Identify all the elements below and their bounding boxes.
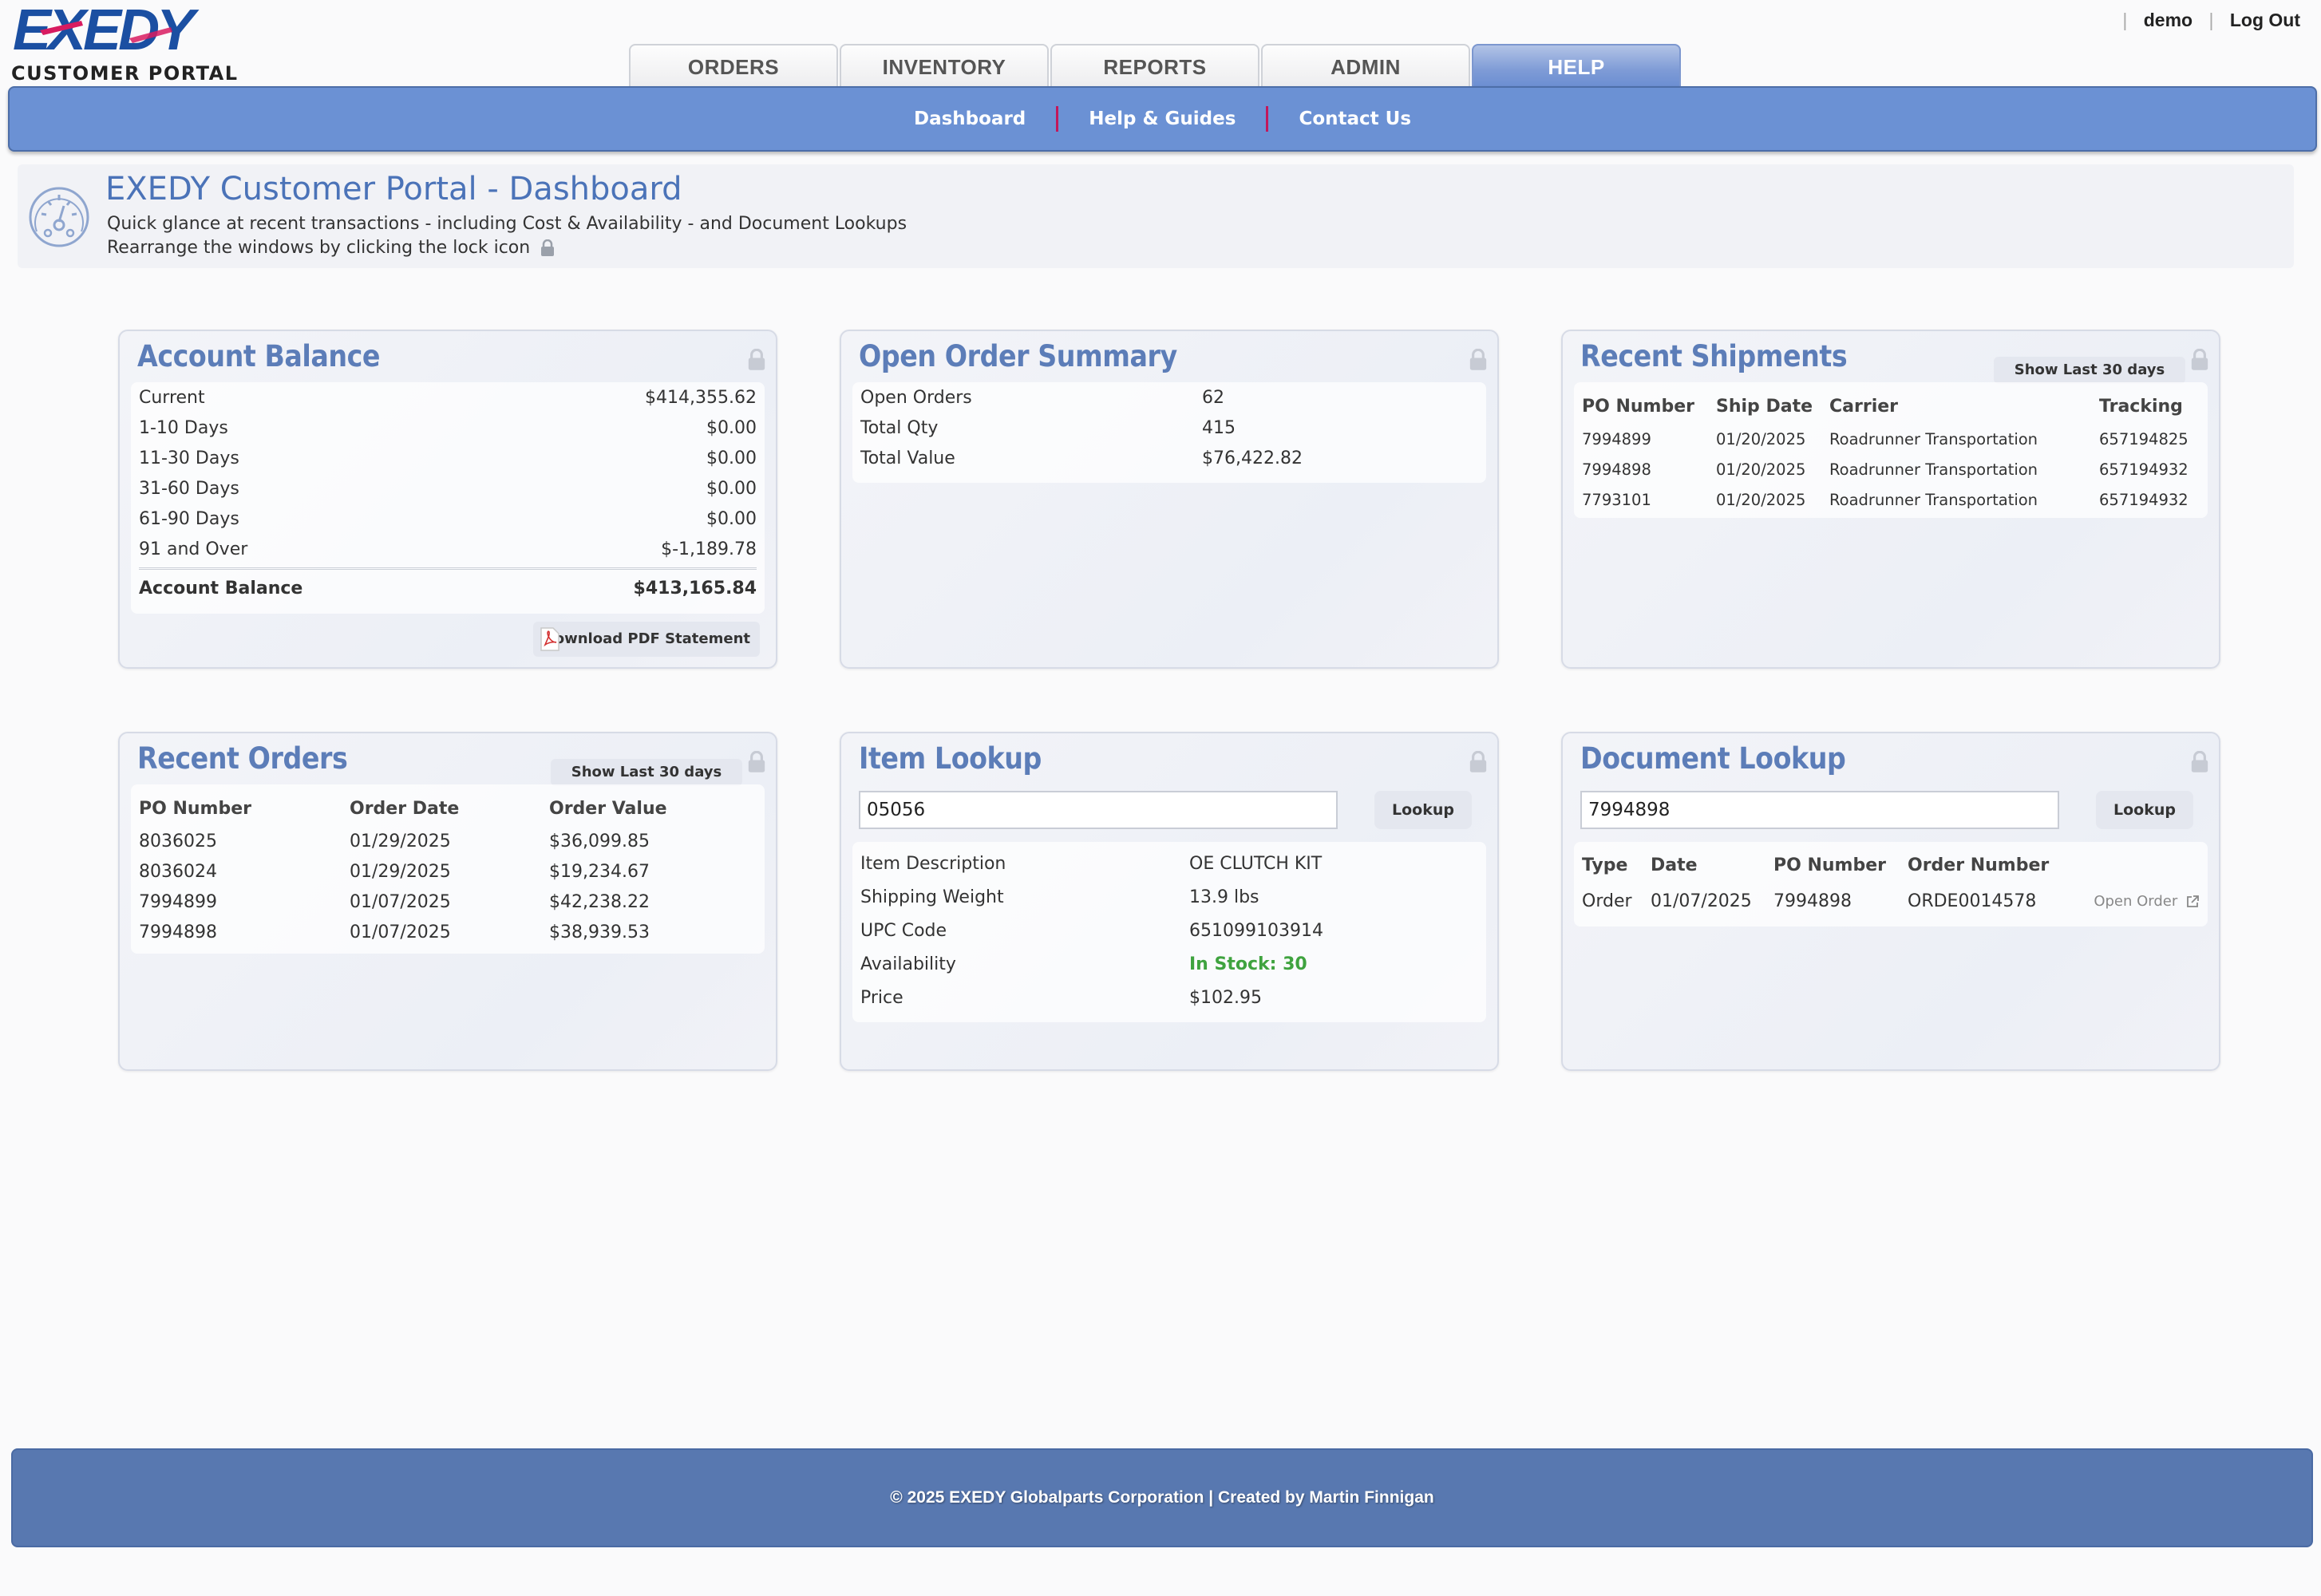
open-order-summary-panel: Open Order Summary Open Orders 62 Total Q… [840, 330, 1499, 669]
sub-navigation: Dashboard Help & Guides Contact Us [8, 86, 2317, 152]
order-summary-table: Open Orders 62 Total Qty 415 Total Value $7… [852, 382, 1486, 483]
subnav-help-guides[interactable]: Help & Guides [1058, 109, 1266, 129]
show-last-30-days-button[interactable]: Show Last 30 days [551, 759, 742, 786]
download-pdf-button[interactable]: Download PDF Statement [533, 622, 760, 657]
tab-admin[interactable]: ADMIN [1261, 44, 1470, 87]
lock-icon [541, 239, 555, 256]
table-row: Order 01/07/2025 7994898 ORDE0014578 Ope… [1574, 883, 2208, 918]
document-results: Type Date PO Number Order Number Order 0… [1574, 842, 2208, 926]
balance-row: 91 and Over $-1,189.78 [139, 539, 757, 559]
balance-row: 1-10 Days $0.00 [139, 417, 757, 438]
table-row[interactable]: 7994898 01/07/2025 $38,939.53 [131, 917, 765, 947]
tab-orders[interactable]: ORDERS [629, 44, 838, 87]
balance-row: 61-90 Days $0.00 [139, 508, 757, 529]
document-number-input[interactable]: 7994898 [1580, 791, 2059, 829]
summary-row: Total Qty 415 [860, 417, 1236, 438]
separator: | [2122, 10, 2128, 30]
exedy-logo[interactable]: EXEDY CUSTOMER PORTAL [11, 0, 251, 85]
page-banner: EXEDY Customer Portal - Dashboard Quick … [18, 164, 2294, 268]
document-lookup-button[interactable]: Lookup [2096, 791, 2193, 829]
account-balance-panel: Account Balance Current $414,355.62 1-10 … [118, 330, 777, 669]
tab-reports[interactable]: REPORTS [1050, 44, 1259, 87]
availability-status: In Stock: 30 [1189, 954, 1307, 974]
panel-title: Document Lookup [1580, 741, 1846, 776]
balance-table: Current $414,355.62 1-10 Days $0.00 11-30 … [131, 382, 765, 614]
detail-row: Item Description OE CLUTCH KIT [860, 853, 1323, 874]
page-description: Quick glance at recent transactions - in… [107, 214, 907, 234]
document-lookup-panel: Document Lookup 7994898 Lookup Type Date… [1561, 732, 2220, 1071]
show-last-30-days-button[interactable]: Show Last 30 days [1994, 357, 2185, 384]
item-number-input[interactable]: 05056 [859, 791, 1338, 829]
lock-icon[interactable] [747, 751, 766, 773]
balance-total-row: Account Balance $413,165.84 [139, 578, 757, 598]
table-row[interactable]: 7994898 01/20/2025 Roadrunner Transportati… [1574, 454, 2208, 484]
dashboard-gauge-icon [29, 187, 89, 247]
item-lookup-panel: Item Lookup 05056 Lookup Item Descriptio… [840, 732, 1499, 1071]
subnav-dashboard[interactable]: Dashboard [884, 109, 1056, 129]
username-link[interactable]: demo [2144, 10, 2192, 30]
panel-title: Recent Shipments [1580, 339, 1848, 373]
main-tabs: ORDERS INVENTORY REPORTS ADMIN HELP [629, 44, 1681, 87]
total-divider [139, 567, 757, 570]
table-row[interactable]: 7994899 01/20/2025 Roadrunner Transportati… [1574, 424, 2208, 454]
item-details: Item Description OE CLUTCH KIT Shipping W… [852, 842, 1486, 1022]
page-title: EXEDY Customer Portal - Dashboard [105, 171, 682, 207]
tab-inventory[interactable]: INVENTORY [840, 44, 1049, 87]
user-links: | demo | Log Out [2111, 10, 2300, 31]
logo-wordmark: EXEDY [11, 0, 251, 62]
recent-orders-panel: Recent Orders Show Last 30 days PO Numbe… [118, 732, 777, 1071]
subnav-contact-us[interactable]: Contact Us [1268, 109, 1441, 129]
detail-row: UPC Code 651099103914 [860, 920, 1323, 941]
page-hint-text: Rearrange the windows by clicking the lo… [107, 238, 531, 258]
download-pdf-label: Download PDF Statement [542, 630, 750, 647]
table-row[interactable]: 8036024 01/29/2025 $19,234.67 [131, 856, 765, 887]
page-hint: Rearrange the windows by clicking the lo… [107, 238, 555, 258]
panel-title: Account Balance [137, 339, 381, 373]
table-row[interactable]: 7994899 01/07/2025 $42,238.22 [131, 887, 765, 917]
tab-help[interactable]: HELP [1472, 44, 1681, 87]
open-order-link[interactable]: Open Order [2074, 883, 2208, 918]
balance-row: 31-60 Days $0.00 [139, 478, 757, 499]
detail-row: Availability In Stock: 30 [860, 954, 1307, 974]
table-row[interactable]: 7793101 01/20/2025 Roadrunner Transportati… [1574, 484, 2208, 515]
lock-icon[interactable] [1469, 349, 1488, 371]
panel-title: Item Lookup [859, 741, 1042, 776]
summary-row: Total Value $76,422.82 [860, 448, 1303, 468]
table-header: PO Number Order Date Order Value [139, 798, 667, 819]
lock-icon[interactable] [2190, 349, 2209, 371]
footer-copyright: © 2025 EXEDY Globalparts Corporation | C… [890, 1488, 1434, 1507]
table-header: PO Number Ship Date Carrier Tracking [1582, 396, 2183, 417]
shipments-table: PO Number Ship Date Carrier Tracking 799… [1574, 382, 2208, 518]
item-lookup-button[interactable]: Lookup [1374, 791, 1472, 829]
lock-icon[interactable] [747, 349, 766, 371]
logo-wordmark-graphic: EXEDY [13, 0, 203, 62]
panel-title: Open Order Summary [859, 339, 1177, 373]
page-footer: © 2025 EXEDY Globalparts Corporation | C… [11, 1448, 2313, 1547]
balance-row: Current $414,355.62 [139, 387, 757, 408]
lock-icon[interactable] [1469, 751, 1488, 773]
balance-row: 11-30 Days $0.00 [139, 448, 757, 468]
lock-icon[interactable] [2190, 751, 2209, 773]
external-link-icon [2187, 895, 2199, 907]
logo-subtitle: CUSTOMER PORTAL [11, 62, 239, 85]
table-row[interactable]: 8036025 01/29/2025 $36,099.85 [131, 826, 765, 856]
summary-row: Open Orders 62 [860, 387, 1224, 408]
logout-link[interactable]: Log Out [2230, 10, 2300, 30]
detail-row: Price $102.95 [860, 987, 1262, 1008]
panel-title: Recent Orders [137, 741, 348, 776]
pdf-icon [540, 627, 559, 651]
separator: | [2208, 10, 2214, 30]
orders-table: PO Number Order Date Order Value 8036025… [131, 784, 765, 954]
detail-row: Shipping Weight 13.9 lbs [860, 887, 1259, 907]
table-header: Type Date PO Number Order Number [1582, 855, 2050, 875]
recent-shipments-panel: Recent Shipments Show Last 30 days PO Nu… [1561, 330, 2220, 669]
